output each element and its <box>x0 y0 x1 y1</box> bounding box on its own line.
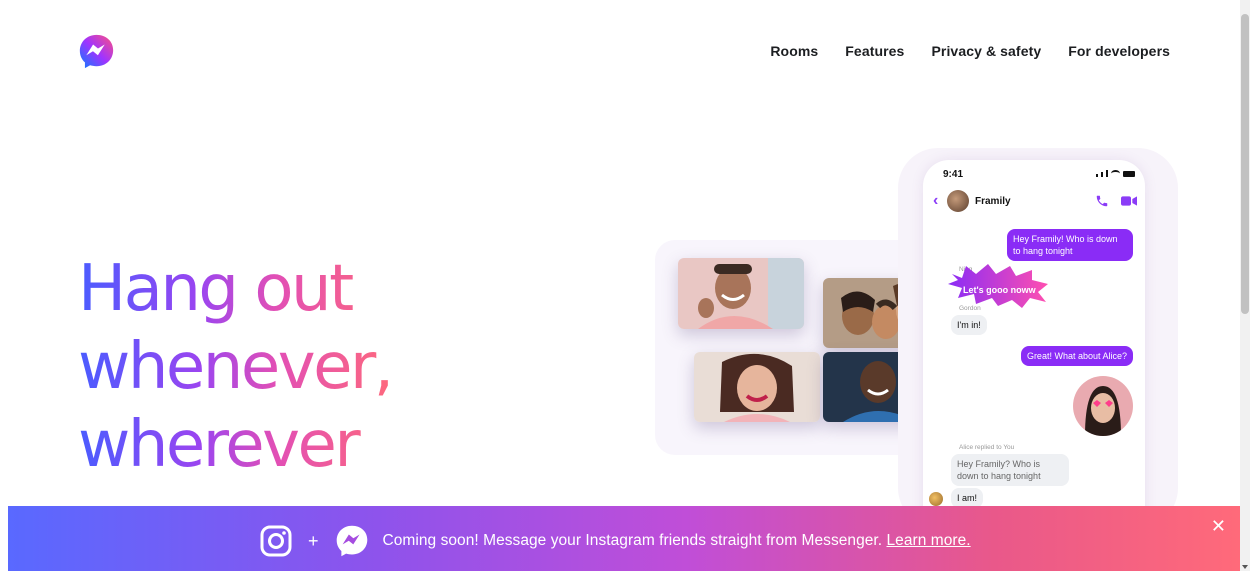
plus-sign: + <box>308 530 319 551</box>
message-bubble-incoming: I'm in! <box>951 315 987 335</box>
video-call-photo-1 <box>678 258 804 329</box>
burst-message-text: Let's gooo noww <box>963 285 1036 295</box>
message-sender: Gordon <box>959 305 981 312</box>
alice-video-avatar <box>1073 376 1133 436</box>
signal-bar <box>1101 172 1103 177</box>
headline-line-2: whenever, <box>78 328 398 406</box>
headline-line-1: Hang out <box>78 250 398 328</box>
message-bubble-outgoing: Hey Framily! Who is down to hang tonight <box>1007 229 1133 261</box>
signal-bar <box>1106 170 1108 177</box>
hero-headline: Hang out whenever, wherever <box>78 250 398 484</box>
banner-content: + Coming soon! Message your Instagram fr… <box>260 524 971 558</box>
video-call-icon[interactable] <box>1121 195 1137 207</box>
phone-call-icon[interactable] <box>1095 194 1109 208</box>
headline-line-3: wherever <box>78 406 398 484</box>
banner-message: Coming soon! Message your Instagram frie… <box>382 532 883 549</box>
signal-icon <box>1096 174 1098 177</box>
messenger-logo[interactable] <box>78 33 115 70</box>
banner-text: Coming soon! Message your Instagram frie… <box>383 532 971 550</box>
message-bubble-incoming: I am! <box>951 488 984 508</box>
main-nav: Rooms Features Privacy & safety For deve… <box>770 43 1170 59</box>
reply-note: Alice replied to You <box>959 444 1015 451</box>
scrollbar[interactable] <box>1240 0 1250 571</box>
quoted-message: Hey Framily? Who is down to hang tonight <box>951 454 1069 486</box>
call-actions <box>1095 194 1137 208</box>
group-avatar <box>947 190 969 212</box>
status-time: 9:41 <box>943 169 964 180</box>
instagram-icon <box>260 525 292 557</box>
sender-avatar <box>929 492 943 506</box>
battery-icon <box>1123 171 1135 177</box>
scroll-down-arrow-icon[interactable] <box>1242 565 1248 569</box>
learn-more-link[interactable]: Learn more. <box>887 532 971 549</box>
message-bubble-outgoing: Great! What about Alice? <box>1020 346 1133 366</box>
wifi-icon <box>1111 170 1120 177</box>
chat-title: Framily <box>975 195 1011 207</box>
scrollbar-thumb[interactable] <box>1241 14 1249 314</box>
announcement-banner: + Coming soon! Message your Instagram fr… <box>8 506 1240 571</box>
messenger-icon <box>336 525 367 557</box>
status-icons <box>1096 170 1135 177</box>
nav-item-for-developers[interactable]: For developers <box>1068 43 1170 59</box>
nav-item-features[interactable]: Features <box>845 43 904 59</box>
video-call-photo-3 <box>694 352 820 422</box>
nav-item-privacy-safety[interactable]: Privacy & safety <box>931 43 1041 59</box>
close-icon[interactable]: ✕ <box>1211 516 1226 537</box>
phone-mockup: 9:41 ‹ Framily Hey Framily! Who is down … <box>923 160 1145 520</box>
back-arrow-icon[interactable]: ‹ <box>933 192 947 210</box>
nav-item-rooms[interactable]: Rooms <box>770 43 818 59</box>
chat-header: ‹ Framily <box>933 188 1137 214</box>
